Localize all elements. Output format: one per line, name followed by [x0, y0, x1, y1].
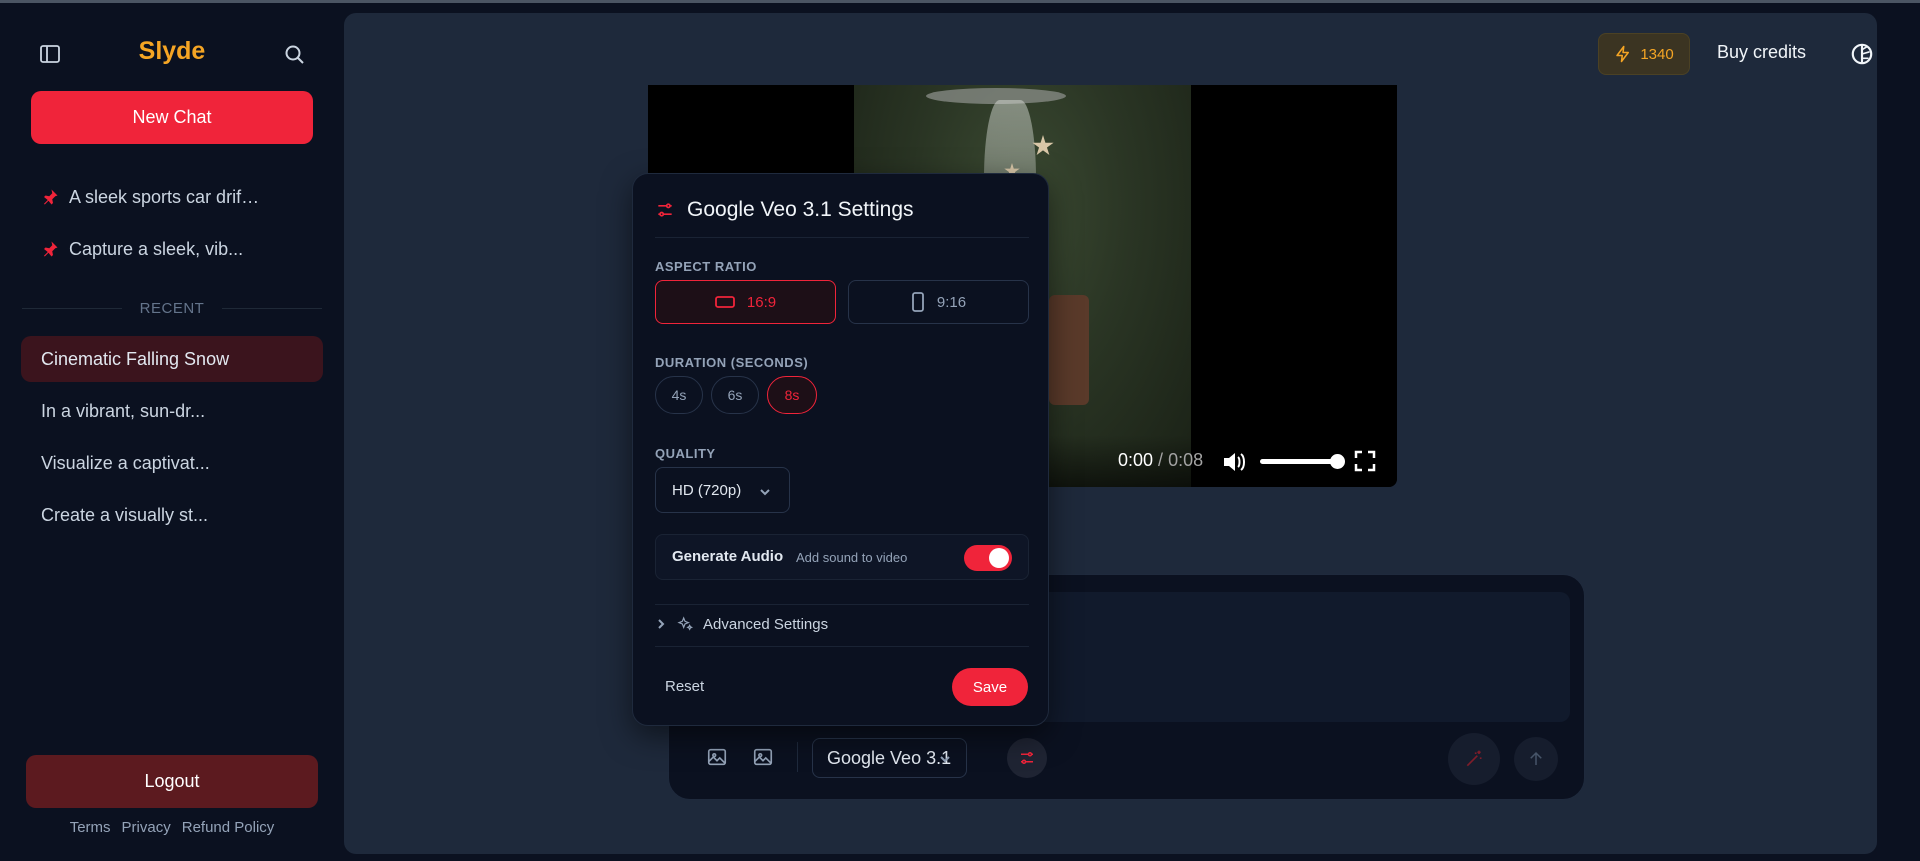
- cookie-shape: [1032, 135, 1054, 156]
- buy-credits-link[interactable]: Buy credits: [1717, 42, 1806, 63]
- refund-policy-link[interactable]: Refund Policy: [182, 819, 275, 836]
- portrait-icon: [911, 292, 924, 312]
- pinned-chat-item[interactable]: A sleek sports car drif…: [22, 177, 322, 217]
- sliders-icon: [658, 203, 672, 217]
- recent-label: RECENT: [139, 299, 205, 317]
- aspect-ratio-option-label: 16:9: [746, 293, 777, 311]
- model-settings-button[interactable]: [1007, 738, 1047, 778]
- quality-label: QUALITY: [655, 446, 716, 461]
- divider: [655, 604, 1029, 605]
- video-time: 0:00 / 0:08: [1118, 450, 1203, 471]
- sidebar: Slyde New Chat A sleek sports car drif… …: [0, 3, 344, 861]
- advanced-settings-label: Advanced Settings: [703, 615, 829, 633]
- pinned-chat-item[interactable]: Capture a sleek, vib...: [22, 229, 322, 269]
- volume-slider-knob[interactable]: [1330, 454, 1345, 469]
- divider: [222, 307, 323, 309]
- sidebar-toggle-icon[interactable]: [38, 42, 62, 66]
- aspect-ratio-label: ASPECT RATIO: [655, 259, 757, 274]
- quality-select-value: HD (720p): [672, 481, 742, 499]
- theme-toggle-icon[interactable]: [1849, 41, 1875, 67]
- aspect-ratio-option-label: 9:16: [936, 293, 967, 311]
- video-settings-popover: Google Veo 3.1 Settings ASPECT RATIO 16:…: [632, 173, 1049, 726]
- generate-audio-label: Generate Audio: [672, 548, 784, 565]
- divider: [655, 237, 1029, 238]
- chevron-right-icon: [658, 619, 665, 629]
- generate-audio-toggle[interactable]: [964, 545, 1012, 571]
- aspect-ratio-16-9-button[interactable]: 16:9: [655, 280, 836, 324]
- fullscreen-icon[interactable]: [1354, 450, 1376, 472]
- footer-links: Terms Privacy Refund Policy: [22, 819, 322, 836]
- send-button[interactable]: [1514, 737, 1558, 781]
- chat-item[interactable]: In a vibrant, sun-dr...: [21, 388, 323, 434]
- current-time: 0:00: [1118, 450, 1154, 470]
- new-chat-button[interactable]: New Chat: [31, 91, 313, 144]
- reset-button[interactable]: Reset: [665, 678, 704, 695]
- pin-icon: [44, 241, 58, 257]
- chevron-down-icon: [760, 489, 770, 496]
- privacy-link[interactable]: Privacy: [122, 819, 171, 836]
- pinned-chat-label: Capture a sleek, vib...: [69, 238, 244, 259]
- recent-section-header: RECENT: [22, 296, 323, 320]
- search-icon[interactable]: [282, 42, 306, 66]
- brand-logo[interactable]: Slyde: [110, 37, 234, 66]
- credits-badge[interactable]: 1340: [1598, 33, 1690, 75]
- pinned-chat-label: A sleek sports car drif…: [69, 186, 260, 207]
- logout-button[interactable]: Logout: [26, 755, 318, 808]
- volume-slider[interactable]: [1260, 454, 1345, 469]
- quality-select[interactable]: HD (720p): [655, 467, 790, 513]
- duration-label: DURATION (SECONDS): [655, 355, 809, 370]
- credits-count: 1340: [1640, 45, 1674, 63]
- generate-audio-description: Add sound to video: [796, 550, 908, 565]
- magic-wand-icon: [1466, 750, 1482, 767]
- save-button[interactable]: Save: [952, 668, 1028, 706]
- duration-4s-button[interactable]: 4s: [655, 376, 703, 414]
- sparkles-icon: [677, 616, 693, 631]
- generate-audio-row: Generate Audio Add sound to video: [655, 534, 1029, 580]
- model-select[interactable]: Google Veo 3.1: [812, 738, 967, 778]
- chat-item[interactable]: Create a visually st...: [21, 492, 323, 538]
- lightning-icon: [1616, 45, 1630, 63]
- landscape-icon: [714, 296, 735, 308]
- popover-title: Google Veo 3.1 Settings: [687, 198, 914, 221]
- time-separator: /: [1153, 450, 1169, 470]
- volume-icon[interactable]: [1222, 450, 1248, 474]
- terms-link[interactable]: Terms: [70, 819, 111, 836]
- divider: [22, 307, 122, 309]
- model-select-value: Google Veo 3.1: [827, 747, 952, 768]
- aspect-ratio-9-16-button[interactable]: 9:16: [848, 280, 1029, 324]
- chat-item[interactable]: Visualize a captivat...: [21, 440, 323, 486]
- chevron-down-icon: [940, 756, 950, 763]
- arrow-up-icon: [1530, 751, 1542, 765]
- gingerbread-house-shape: [1049, 295, 1089, 405]
- divider: [797, 742, 798, 772]
- advanced-settings-toggle[interactable]: Advanced Settings: [655, 608, 1029, 640]
- toggle-knob: [989, 548, 1009, 568]
- popover-header: Google Veo 3.1 Settings: [655, 198, 914, 222]
- enhance-prompt-button[interactable]: [1448, 733, 1500, 785]
- pin-icon: [44, 189, 58, 205]
- divider: [655, 646, 1029, 647]
- image-upload-icon[interactable]: [706, 746, 728, 768]
- duration-6s-button[interactable]: 6s: [711, 376, 759, 414]
- chat-item-active[interactable]: Cinematic Falling Snow: [21, 336, 323, 382]
- total-duration: 0:08: [1168, 450, 1204, 470]
- reference-image-icon[interactable]: [752, 746, 774, 768]
- duration-8s-button[interactable]: 8s: [767, 376, 817, 414]
- sliders-icon: [1021, 752, 1033, 764]
